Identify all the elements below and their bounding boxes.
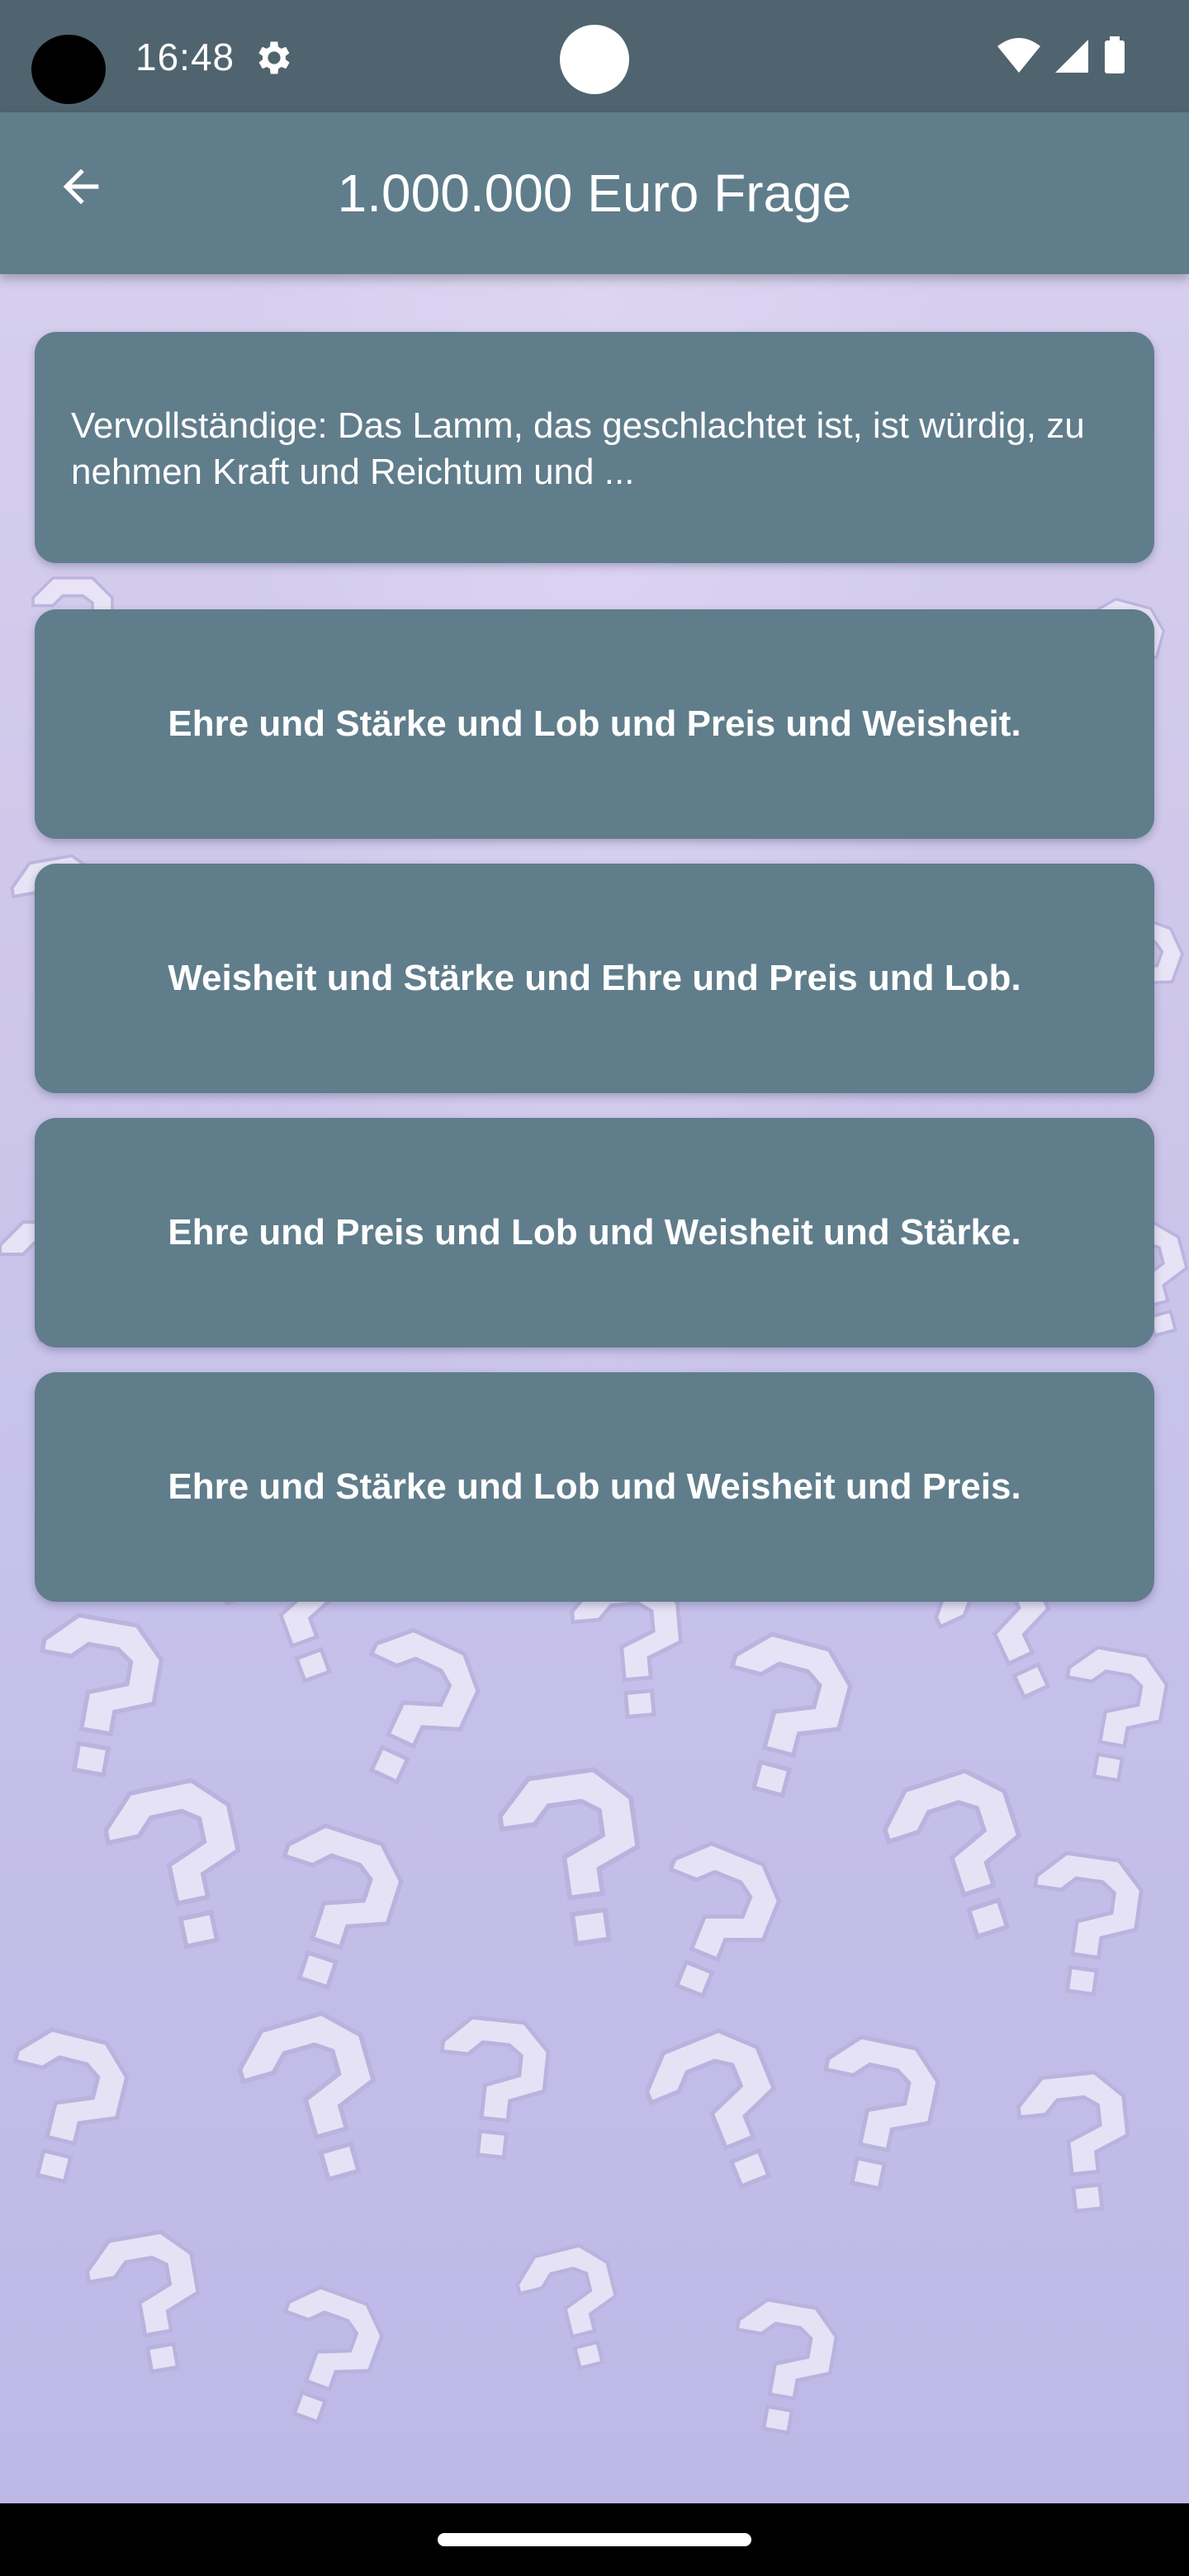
answer-label: Weisheit und Stärke und Ehre und Preis u… bbox=[168, 958, 1021, 998]
answer-label: Ehre und Stärke und Lob und Preis und We… bbox=[168, 703, 1021, 744]
home-gesture-handle[interactable] bbox=[438, 2533, 751, 2546]
gear-icon bbox=[258, 41, 290, 74]
answer-option-4[interactable]: Ehre und Stärke und Lob und Weisheit und… bbox=[35, 1372, 1154, 1602]
navigation-bar bbox=[0, 2503, 1189, 2576]
page-title: 1.000.000 Euro Frage bbox=[337, 163, 852, 223]
question-card: Vervollständige: Das Lamm, das geschlach… bbox=[35, 332, 1154, 563]
front-camera bbox=[560, 25, 629, 94]
answer-option-3[interactable]: Ehre und Preis und Lob und Weisheit und … bbox=[35, 1118, 1154, 1347]
answer-option-2[interactable]: Weisheit und Stärke und Ehre und Preis u… bbox=[35, 864, 1154, 1093]
status-bar: 16:48 bbox=[0, 0, 1189, 112]
answer-label: Ehre und Preis und Lob und Weisheit und … bbox=[168, 1212, 1021, 1252]
status-time: 16:48 bbox=[135, 36, 235, 78]
wifi-icon bbox=[997, 38, 1040, 73]
answer-option-1[interactable]: Ehre und Stärke und Lob und Preis und We… bbox=[35, 609, 1154, 839]
signal-icon bbox=[1055, 40, 1088, 73]
camera-cutout bbox=[31, 35, 106, 104]
answer-label: Ehre und Stärke und Lob und Weisheit und… bbox=[168, 1466, 1021, 1507]
question-text: Vervollständige: Das Lamm, das geschlach… bbox=[71, 405, 1085, 492]
status-icons bbox=[997, 36, 1125, 73]
battery-icon bbox=[1105, 36, 1125, 73]
